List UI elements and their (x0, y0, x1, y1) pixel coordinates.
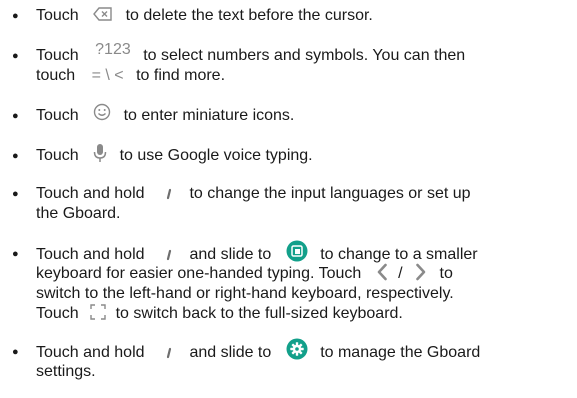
item-text: and slide to (189, 246, 272, 264)
bullet: ● (12, 150, 19, 162)
item-text: Touch and hold (36, 344, 145, 362)
item-text: Touch and hold (36, 246, 145, 264)
settings-gear-icon (286, 338, 308, 360)
item-text: to switch back to the full-sized keyboar… (115, 305, 403, 322)
expand-keyboard-icon (89, 303, 107, 321)
item-text: to delete the text before the cursor. (125, 7, 373, 24)
emoji-icon (93, 103, 111, 121)
item-text: switch to the left-hand or right-hand ke… (36, 285, 454, 302)
bullet: ● (12, 346, 19, 358)
item-text: and slide to (189, 344, 272, 362)
item-text: the Gboard. (36, 205, 121, 222)
bullet: ● (12, 110, 19, 122)
backspace-icon (93, 6, 113, 22)
one-handed-mode-icon (286, 240, 308, 262)
comma-key-icon (165, 247, 173, 261)
numbers-symbols-key: ?123 (95, 41, 131, 58)
bullet: ● (12, 188, 19, 200)
item-text: to change the input languages or set up (189, 185, 471, 202)
item-text: touch (36, 67, 76, 84)
bullet: ● (12, 50, 19, 62)
bullet: ● (12, 10, 19, 22)
item-text: Touch (36, 47, 79, 64)
item-text: keyboard for easier one-handed typing. T… (36, 265, 362, 282)
item-text: Touch (36, 147, 79, 165)
bullet: ● (12, 248, 19, 260)
item-text: Touch (36, 107, 79, 124)
comma-key-icon (165, 186, 173, 200)
chevron-right-icon (415, 263, 427, 281)
item-text: Touch (36, 7, 79, 24)
item-text: Touch and hold (36, 185, 145, 202)
chevron-left-icon (376, 263, 388, 281)
item-text: Touch (36, 305, 79, 322)
item-text: to (439, 265, 453, 282)
microphone-icon (93, 143, 107, 163)
item-text: to find more. (136, 67, 226, 84)
item-text: to change to a smaller (320, 246, 478, 264)
item-text: settings. (36, 363, 96, 380)
separator-slash: / (398, 265, 403, 282)
item-text: to use Google voice typing. (119, 147, 313, 165)
item-text: to select numbers and symbols. You can t… (143, 47, 466, 64)
comma-key-icon (165, 345, 173, 359)
item-text: to enter miniature icons. (123, 107, 295, 124)
more-symbols-key: = \ < (91, 67, 124, 84)
item-text: to manage the Gboard (320, 344, 481, 362)
